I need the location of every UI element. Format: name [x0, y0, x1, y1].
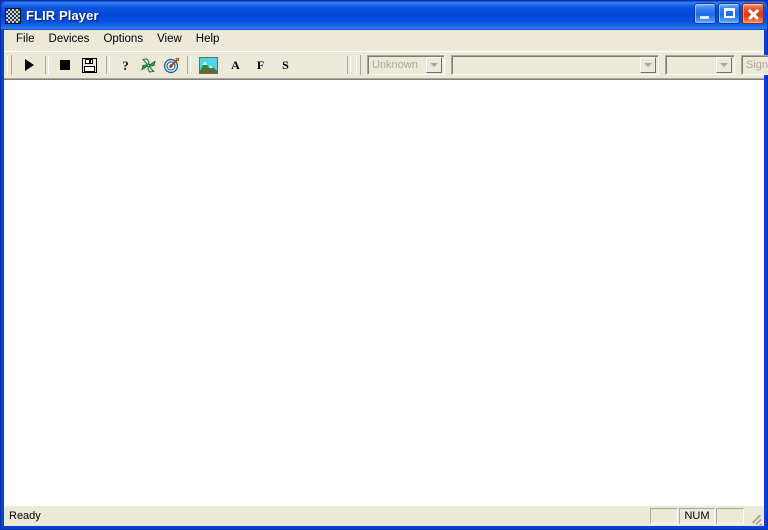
status-panel-1 [650, 508, 678, 524]
status-panel-num: NUM [679, 508, 715, 524]
main-toolbar: ? A F S Unknown Sign [4, 51, 768, 79]
video-client-area[interactable] [4, 79, 764, 506]
menu-item-devices[interactable]: Devices [42, 32, 97, 49]
save-button[interactable] [76, 54, 102, 76]
status-message: Ready [9, 509, 41, 522]
chevron-down-icon[interactable] [640, 57, 656, 73]
close-button[interactable] [742, 3, 764, 24]
letter-s-icon: S [282, 58, 289, 72]
maximize-button[interactable] [718, 3, 740, 24]
device-combo-value: Unknown [372, 59, 418, 71]
letter-f-icon: F [256, 58, 265, 72]
target-button[interactable] [160, 54, 183, 76]
signal-combo[interactable]: Signal [741, 55, 768, 75]
menu-bar: File Devices Options View Help [4, 30, 764, 51]
stop-icon [59, 60, 70, 70]
stop-button[interactable] [53, 54, 76, 76]
resize-grip-icon[interactable] [747, 509, 763, 527]
mountains-image-icon [198, 56, 218, 74]
calibrate-button[interactable] [137, 54, 160, 76]
minimize-button[interactable] [694, 3, 716, 24]
target-dart-icon [163, 57, 180, 73]
title-bar[interactable]: FLIR Player [1, 1, 767, 30]
mode-combo[interactable] [665, 55, 735, 75]
image-button[interactable] [195, 54, 221, 76]
focus-button[interactable]: F [249, 54, 272, 76]
toolbar-grip-2[interactable] [356, 55, 361, 75]
source-combo[interactable] [451, 55, 659, 75]
question-mark-icon: ? [122, 57, 129, 73]
auto-button[interactable]: A [224, 54, 247, 76]
toolbar-grip[interactable] [7, 55, 12, 75]
menu-item-file[interactable]: File [9, 32, 42, 49]
help-button[interactable]: ? [114, 54, 137, 76]
play-button[interactable] [18, 54, 41, 76]
flir-app-icon [5, 7, 21, 24]
status-panel-3 [716, 508, 744, 524]
chevron-down-icon[interactable] [426, 57, 442, 73]
status-bar: Ready NUM [4, 506, 764, 527]
toolbar-separator [45, 56, 49, 74]
menu-item-options[interactable]: Options [96, 32, 150, 49]
window-controls [694, 3, 764, 24]
pinwheel-icon [141, 57, 156, 73]
signal-combo-value: Signal [746, 59, 768, 71]
floppy-disk-icon [81, 57, 97, 73]
letter-a-icon: A [231, 58, 240, 72]
application-window: FLIR Player File Devices Options View He… [0, 0, 768, 530]
toolbar-separator [187, 56, 191, 74]
device-combo[interactable]: Unknown [367, 55, 445, 75]
toolbar-separator [347, 56, 351, 74]
menu-item-help[interactable]: Help [189, 32, 227, 49]
chevron-down-icon[interactable] [716, 57, 732, 73]
window-body: File Devices Options View Help ? A F S U… [4, 30, 768, 527]
span-button[interactable]: S [274, 54, 297, 76]
window-title: FLIR Player [26, 8, 99, 23]
toolbar-separator [106, 56, 110, 74]
menu-item-view[interactable]: View [150, 32, 189, 49]
play-icon [25, 59, 34, 71]
